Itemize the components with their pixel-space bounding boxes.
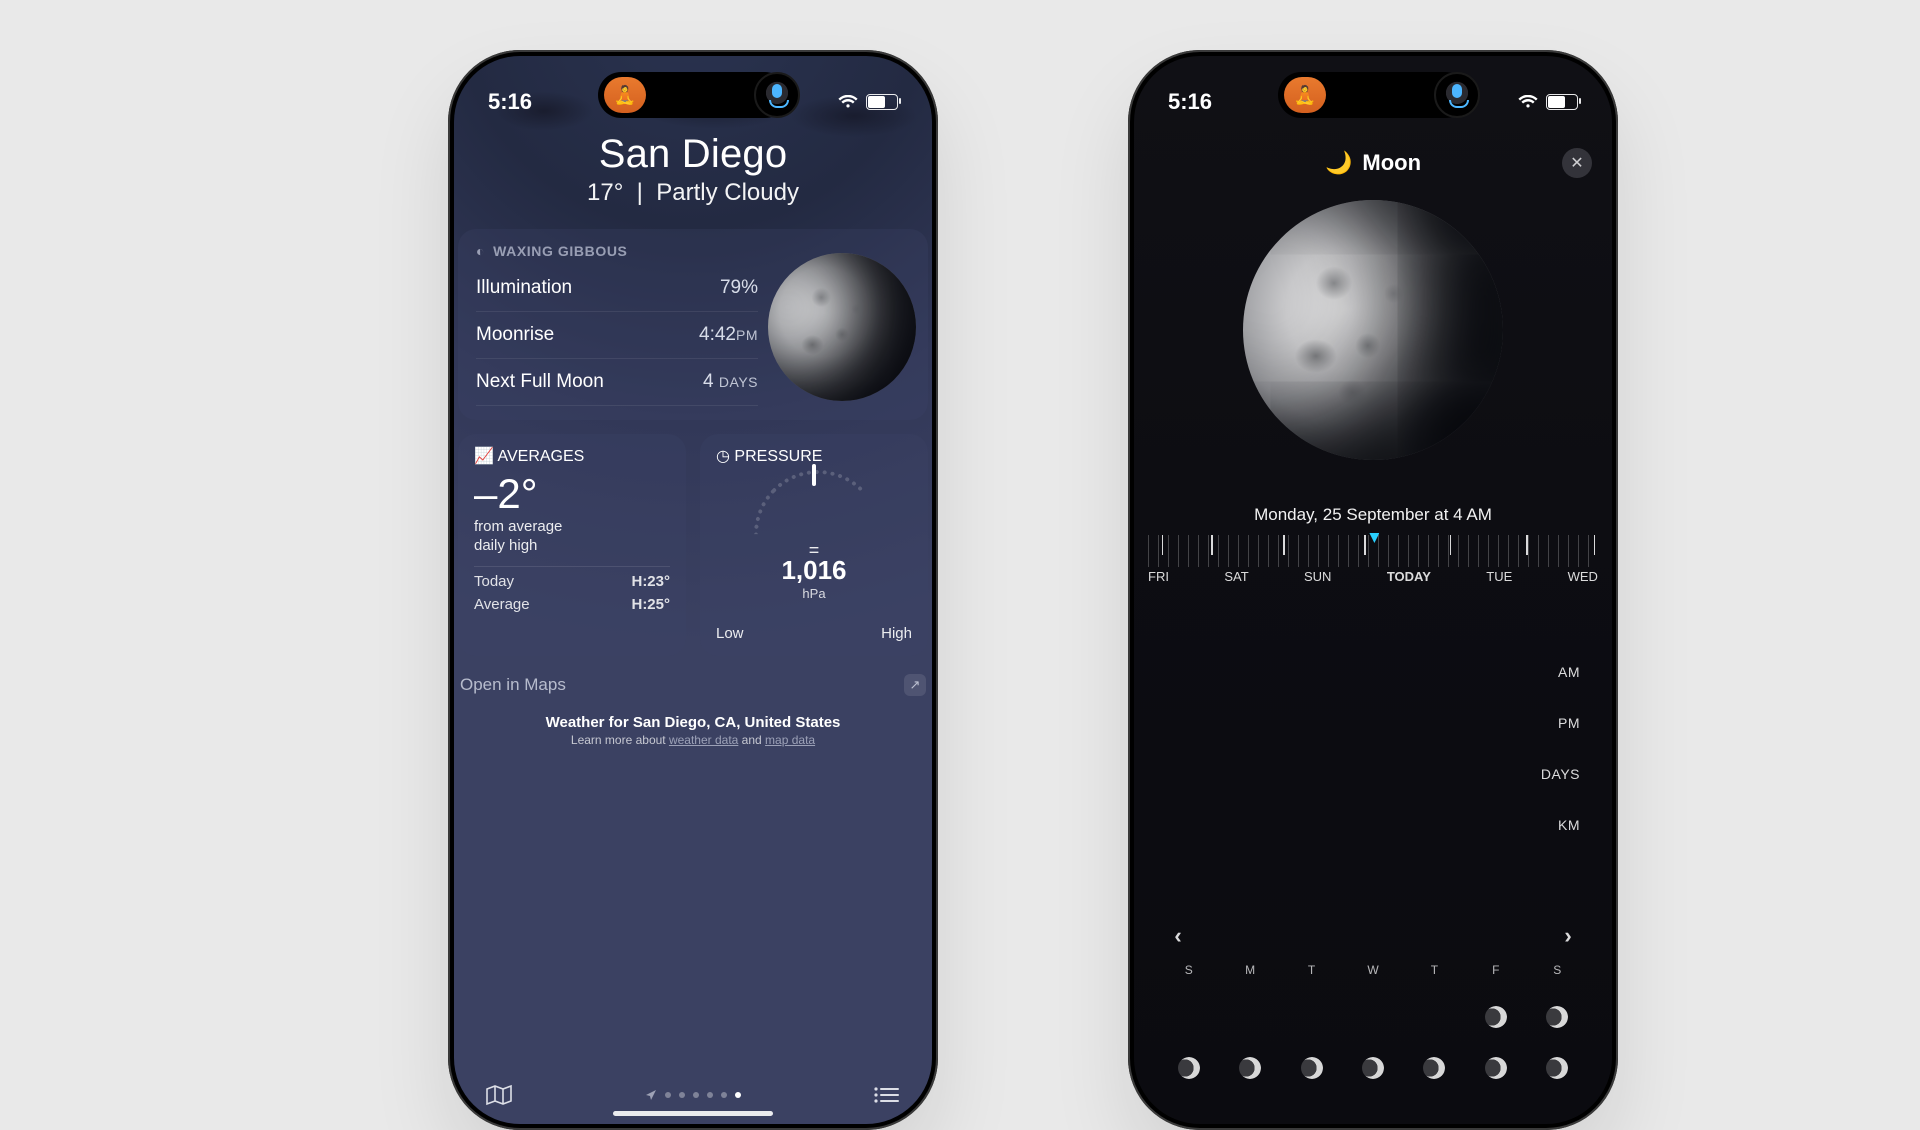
prev-month-button[interactable]: ‹ — [1166, 923, 1190, 949]
moon-card[interactable]: ◐ WAXING GIBBOUS Illumination 79% Moonri… — [458, 229, 928, 420]
open-external-icon: ↗ — [904, 674, 926, 696]
illumination-value: 79% — [720, 277, 758, 299]
pressure-card[interactable]: ◷ PRESSURE = 1,016 hPa Low High — [700, 434, 928, 656]
moonrise-label: Moonrise — [476, 324, 554, 346]
wifi-icon — [838, 95, 858, 109]
moon-phase-icon — [1485, 1006, 1507, 1028]
activity-pill-icon: 🧘 — [1284, 77, 1326, 113]
moon-card-header: WAXING GIBBOUS — [493, 243, 627, 259]
location-title: San Diego — [458, 132, 928, 177]
moon-phase-icon: ◐ — [476, 243, 485, 259]
next-full-moon-value: 4 DAYS — [703, 371, 758, 393]
battery-icon — [1546, 94, 1578, 110]
moon-phase-icon — [1485, 1057, 1507, 1079]
status-time: 5:16 — [1168, 89, 1212, 115]
averages-delta: –2° — [474, 470, 670, 518]
attribution-subtitle: Learn more about weather data and map da… — [458, 733, 928, 747]
moon-phase-icon — [1362, 1057, 1384, 1079]
map-icon[interactable] — [484, 1084, 514, 1106]
status-time: 5:16 — [488, 89, 532, 115]
averages-card[interactable]: 📈 AVERAGES –2° from averagedaily high To… — [458, 434, 686, 656]
next-full-moon-label: Next Full Moon — [476, 371, 604, 393]
moonrise-value: 4:42PM — [699, 324, 758, 346]
moon-phase-icon — [1239, 1057, 1261, 1079]
next-month-button[interactable]: › — [1556, 923, 1580, 949]
battery-icon — [866, 94, 898, 110]
bottom-toolbar — [454, 1084, 932, 1106]
day-labels: FRI SAT SUN TODAY TUE WED — [1134, 569, 1612, 584]
page-dots[interactable] — [645, 1089, 741, 1101]
iphone-left-weather: 5:16 🧘 San Diego 17° | Partly Cloudy — [448, 50, 938, 1130]
open-in-maps-button[interactable]: Open in Maps ↗ — [460, 674, 926, 696]
pressure-icon: ◷ — [716, 448, 730, 465]
phase-date: Monday, 25 September at 4 AM — [1134, 505, 1612, 525]
illumination-label: Illumination — [476, 277, 572, 299]
moon-graphic-icon — [768, 253, 916, 401]
status-bar: 5:16 🧘 — [1134, 56, 1612, 128]
sheet-title: 🌙 Moon — [1325, 150, 1421, 176]
weekday-row: SMTWTFS — [1158, 959, 1588, 985]
moon-large-graphic — [1243, 200, 1503, 460]
pressure-gauge — [754, 470, 874, 542]
wifi-icon — [1518, 95, 1538, 109]
current-conditions: 17° | Partly Cloudy — [458, 179, 928, 207]
mic-indicator-icon — [754, 72, 800, 118]
moon-phase-icon — [1301, 1057, 1323, 1079]
location-icon — [645, 1089, 657, 1101]
attribution-title: Weather for San Diego, CA, United States — [458, 714, 928, 731]
moon-icon: 🌙 — [1325, 150, 1352, 176]
home-indicator[interactable] — [613, 1111, 773, 1116]
iphone-right-moon: 5:16 🧘 🌙 Moon ✕ Waxing Gibbous — [1128, 50, 1618, 1130]
dynamic-island: 🧘 — [598, 72, 788, 118]
moon-phase-icon — [1178, 1057, 1200, 1079]
close-button[interactable]: ✕ — [1562, 148, 1592, 178]
weather-data-link[interactable]: weather data — [669, 733, 738, 747]
dynamic-island: 🧘 — [1278, 72, 1468, 118]
map-data-link[interactable]: map data — [765, 733, 815, 747]
status-bar: 5:16 🧘 — [454, 56, 932, 128]
day-ruler[interactable] — [1148, 535, 1598, 567]
averages-icon: 📈 — [474, 448, 494, 465]
activity-pill-icon: 🧘 — [604, 77, 646, 113]
list-icon[interactable] — [872, 1084, 902, 1106]
mic-indicator-icon — [1434, 72, 1480, 118]
